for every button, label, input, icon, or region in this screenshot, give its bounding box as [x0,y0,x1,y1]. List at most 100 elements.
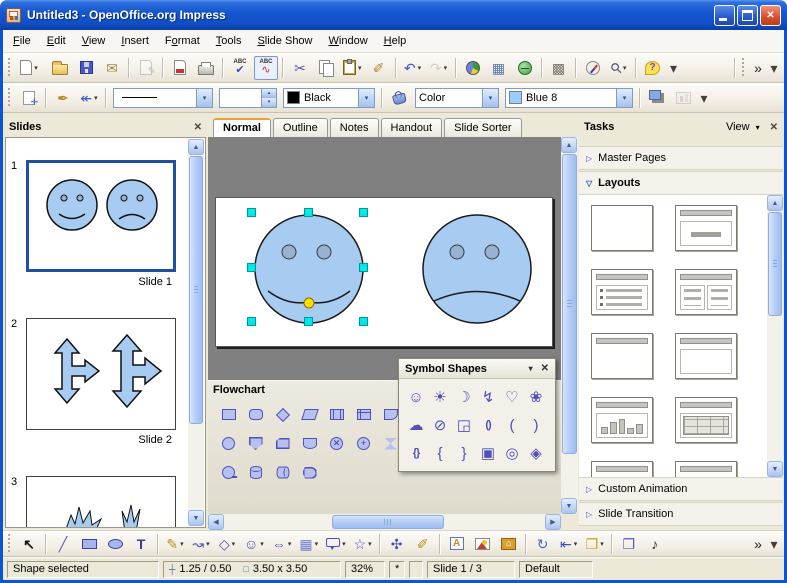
flowchart-card-icon[interactable] [269,429,296,458]
arrange-button[interactable]: ❐▾ [583,532,607,556]
minimize-button[interactable] [714,5,735,26]
status-zoom[interactable]: 32% [345,561,385,578]
menu-edit[interactable]: Edit [39,32,74,50]
help-button[interactable] [641,56,665,80]
selection-handle[interactable] [247,208,256,217]
dropdown-arrow-icon[interactable]: ▾ [600,540,604,548]
double-brace-shape-icon[interactable]: {} [404,439,428,467]
selection-handle[interactable] [359,208,368,217]
selection-handle[interactable] [304,208,313,217]
status-blank[interactable] [409,561,423,578]
selection-handle[interactable] [359,317,368,326]
scrollbar-thumb[interactable] [332,515,444,529]
layout-title-frame[interactable] [675,333,737,379]
dropdown-arrow-icon[interactable]: ▾ [180,540,184,548]
canvas-horizontal-scrollbar[interactable]: ◀ ▶ [208,514,561,530]
block-arrows-button[interactable]: ⇔▾ [269,532,295,556]
line-color-select[interactable]: Black▾ [283,88,375,108]
flowchart-button[interactable]: ▦▾ [296,532,321,556]
scroll-left-icon[interactable]: ◀ [208,514,224,530]
selection-handle[interactable] [359,263,368,272]
line-button[interactable]: ╱ [51,532,75,556]
left-bracket-shape-icon[interactable]: ( [500,411,524,439]
double-bracket-shape-icon[interactable]: () [476,411,500,439]
flowchart-punched-tape-icon[interactable] [296,429,323,458]
curve-button[interactable]: ✎▾ [163,532,187,556]
layout-title-slide[interactable] [675,205,737,251]
layout-partial-2[interactable] [675,461,737,477]
dropdown-arrow-icon[interactable]: ▾ [232,540,236,548]
close-button[interactable]: ✕ [760,5,781,26]
dropdown-arrow-icon[interactable]: ▾ [196,89,212,107]
new-button[interactable]: ▾ [17,56,41,80]
diamond-bevel-shape-icon[interactable]: ◈ [524,439,548,467]
dropdown-arrow-icon[interactable]: ▾ [368,540,372,548]
rotate-button[interactable]: ↻ [531,532,555,556]
status-message[interactable]: Shape selected [7,561,159,578]
flowchart-magnetic-disk-icon[interactable] [242,458,269,487]
fontwork-button[interactable] [445,532,469,556]
dropdown-arrow-icon[interactable]: ▾ [574,540,578,548]
tab-slide-sorter[interactable]: Slide Sorter [444,118,521,137]
zoom-button[interactable]: ⚲▾ [607,56,631,80]
scrollbar-thumb[interactable] [189,156,203,424]
title-bar[interactable]: Untitled3 - OpenOffice.org Impress ✕ [0,0,787,30]
close-icon[interactable]: ✕ [770,122,778,133]
tab-handout[interactable]: Handout [381,118,443,137]
flowchart-off-page-connector-icon[interactable] [242,429,269,458]
flowchart-summing-junction-icon[interactable]: ✕ [323,429,350,458]
spin-down-icon[interactable]: ▾ [262,98,276,107]
lightning-shape-icon[interactable]: ↯ [476,383,500,411]
glue-points-button[interactable]: ✐ [411,532,435,556]
chart-button[interactable] [461,56,485,80]
scroll-up-icon[interactable]: ▲ [188,139,204,155]
area-dialog-button[interactable] [387,86,411,110]
dropdown-arrow-icon[interactable]: ▾ [34,64,38,72]
selection-handle[interactable] [247,263,256,272]
dropdown-arrow-icon[interactable]: ▾ [616,89,632,107]
spinner-buttons[interactable]: ▴▾ [261,89,276,107]
toolbar-grip[interactable] [8,534,13,554]
dropdown-arrow-icon[interactable]: ▾ [206,540,210,548]
menu-tools[interactable]: Tools [208,32,250,50]
dropdown-arrow-icon[interactable]: ▾ [315,540,319,548]
slide-canvas-area[interactable]: Flowchart ✕+ Symbol Shapes ▾ ✕ ☺☀☽↯♡❀☁⊘◲… [208,137,561,514]
email-button[interactable]: ✉ [100,56,124,80]
arrow-style-button[interactable]: ↞▾ [77,86,101,110]
menu-file[interactable]: File [5,32,39,50]
menu-insert[interactable]: Insert [113,32,157,50]
fill-color-select[interactable]: Blue 8▾ [505,88,633,108]
dropdown-arrow-icon[interactable]: ▾ [358,64,362,72]
dropdown-arrow-icon[interactable]: ▾ [342,540,346,548]
symbol-shapes-button[interactable]: ☺▾ [241,532,267,556]
puzzle-shape-icon[interactable]: ◲ [452,411,476,439]
prohibited-shape-icon[interactable]: ⊘ [428,411,452,439]
scrollbar-thumb[interactable] [562,154,577,454]
flowchart-or-icon[interactable]: + [350,429,377,458]
layouts-scrollbar[interactable]: ▲ ▼ [767,195,783,477]
flower-shape-icon[interactable]: ❀ [524,383,548,411]
fill-type-select[interactable]: Color▾ [415,88,499,108]
alignment-button[interactable]: ⇤▾ [557,532,581,556]
smiley-shape-icon[interactable]: ☺ [404,383,428,411]
layout-title-two-content[interactable] [675,269,737,315]
slides-scrollbar[interactable]: ▲ ▼ [188,139,204,526]
dropdown-arrow-icon[interactable]: ▾ [418,64,422,72]
status-position-size[interactable]: ┼1.25 / 0.50□3.50 x 3.50 [163,561,341,578]
grid-button[interactable]: ▩ [547,56,571,80]
layout-title-only[interactable] [591,333,653,379]
undo-button[interactable]: ↶▾ [401,56,425,80]
flowchart-decision-icon[interactable] [269,400,296,429]
rectangle-button[interactable] [77,532,101,556]
dropdown-arrow-icon[interactable]: ▾ [288,540,292,548]
overflow-button[interactable]: » [751,532,765,556]
cut-button[interactable]: ✂ [288,56,312,80]
flowchart-data-icon[interactable] [296,400,323,429]
flowchart-process-icon[interactable] [215,400,242,429]
status-template[interactable]: Default [519,561,593,578]
close-icon[interactable]: ✕ [541,363,549,374]
line-dialog-button[interactable]: ✒ [51,86,75,110]
tab-outline[interactable]: Outline [273,118,328,137]
dropdown-arrow-icon[interactable]: ▾ [94,94,98,102]
palette-dropdown-icon[interactable]: ▾ [529,364,541,373]
